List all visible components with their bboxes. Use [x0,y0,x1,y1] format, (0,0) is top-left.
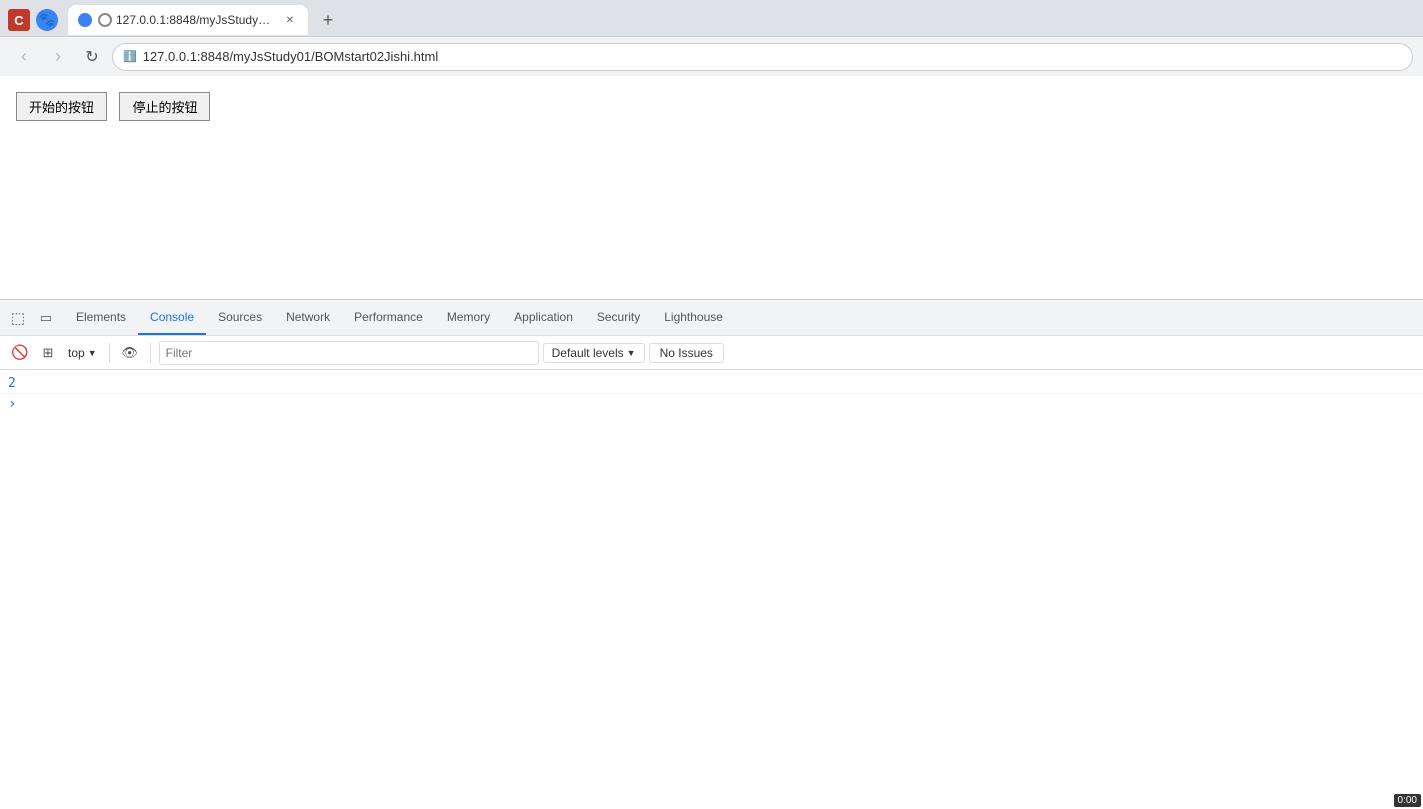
tab-security[interactable]: Security [585,300,652,335]
filter-box[interactable] [159,341,539,365]
console-toolbar-divider1 [109,343,110,363]
chrome-icon: C [8,9,30,31]
devtools-top-bar: ⬚ ▭ Elements Console Sources Network Per… [0,300,1423,336]
filter-input[interactable] [160,344,538,362]
console-prompt-icon: › [8,396,16,412]
nav-bar: ‹ › ↻ ℹ️ 127.0.0.1:8848/myJsStudy01/BOMs… [0,36,1423,76]
stop-button[interactable]: 停止的按钮 [119,92,210,121]
tab-application[interactable]: Application [502,300,585,335]
tab-bar: C 🐾 127.0.0.1:8848/myJsStudy01/B ✕ + [0,0,1423,36]
tab-sources[interactable]: Sources [206,300,274,335]
devtools-inspect-button[interactable]: ⬚ [4,304,32,332]
lock-icon: ℹ️ [123,50,137,63]
devtools-device-button[interactable]: ▭ [32,304,60,332]
back-button[interactable]: ‹ [10,43,38,71]
tab-elements[interactable]: Elements [64,300,138,335]
eye-button[interactable]: 👁 [118,341,142,365]
console-value-2: 2 [8,376,16,391]
active-tab[interactable]: 127.0.0.1:8848/myJsStudy01/B ✕ [68,5,308,35]
tab-favicon [78,13,92,27]
mascot-icon: 🐾 [36,9,58,31]
default-levels-label: Default levels [552,346,624,360]
reload-button[interactable]: ↻ [78,43,106,71]
no-issues-button[interactable]: No Issues [649,343,724,363]
forward-button[interactable]: › [44,43,72,71]
tab-console[interactable]: Console [138,300,206,335]
tab-memory[interactable]: Memory [435,300,502,335]
console-output-line-prompt[interactable]: › [0,394,1423,414]
clear-console-button[interactable]: 🚫 [8,341,32,365]
console-toolbar: 🚫 ⊞ top ▼ 👁 Default levels ▼ No Issues [0,336,1423,370]
no-issues-label: No Issues [660,346,713,360]
devtools-tabs: Elements Console Sources Network Perform… [64,300,735,335]
tab-title: 127.0.0.1:8848/myJsStudy01/B [116,13,276,27]
new-tab-button[interactable]: + [314,6,342,34]
default-levels-button[interactable]: Default levels ▼ [543,343,645,363]
browser-chrome: C 🐾 127.0.0.1:8848/myJsStudy01/B ✕ + ‹ ›… [0,0,1423,76]
top-label: top [68,346,85,360]
devtools-panel: ⬚ ▭ Elements Console Sources Network Per… [0,299,1423,809]
console-output: 2 › [0,370,1423,809]
console-output-line-value: 2 [0,374,1423,394]
tab-close-button[interactable]: ✕ [282,12,298,28]
tab-network[interactable]: Network [274,300,342,335]
address-bar[interactable]: ℹ️ 127.0.0.1:8848/myJsStudy01/BOMstart02… [112,43,1413,71]
context-selector[interactable]: top ▼ [64,344,101,362]
tab-lighthouse[interactable]: Lighthouse [652,300,735,335]
console-toolbar-divider2 [150,343,151,363]
start-button[interactable]: 开始的按钮 [16,92,107,121]
sidebar-button[interactable]: ⊞ [36,341,60,365]
levels-chevron-icon: ▼ [627,348,636,358]
tab-performance[interactable]: Performance [342,300,435,335]
chevron-down-icon: ▼ [88,348,97,358]
tab-globe-icon [98,13,112,27]
browser-logo: C 🐾 [8,9,58,31]
url-text: 127.0.0.1:8848/myJsStudy01/BOMstart02Jis… [143,49,439,64]
time-badge: 0:00 [1394,794,1421,807]
